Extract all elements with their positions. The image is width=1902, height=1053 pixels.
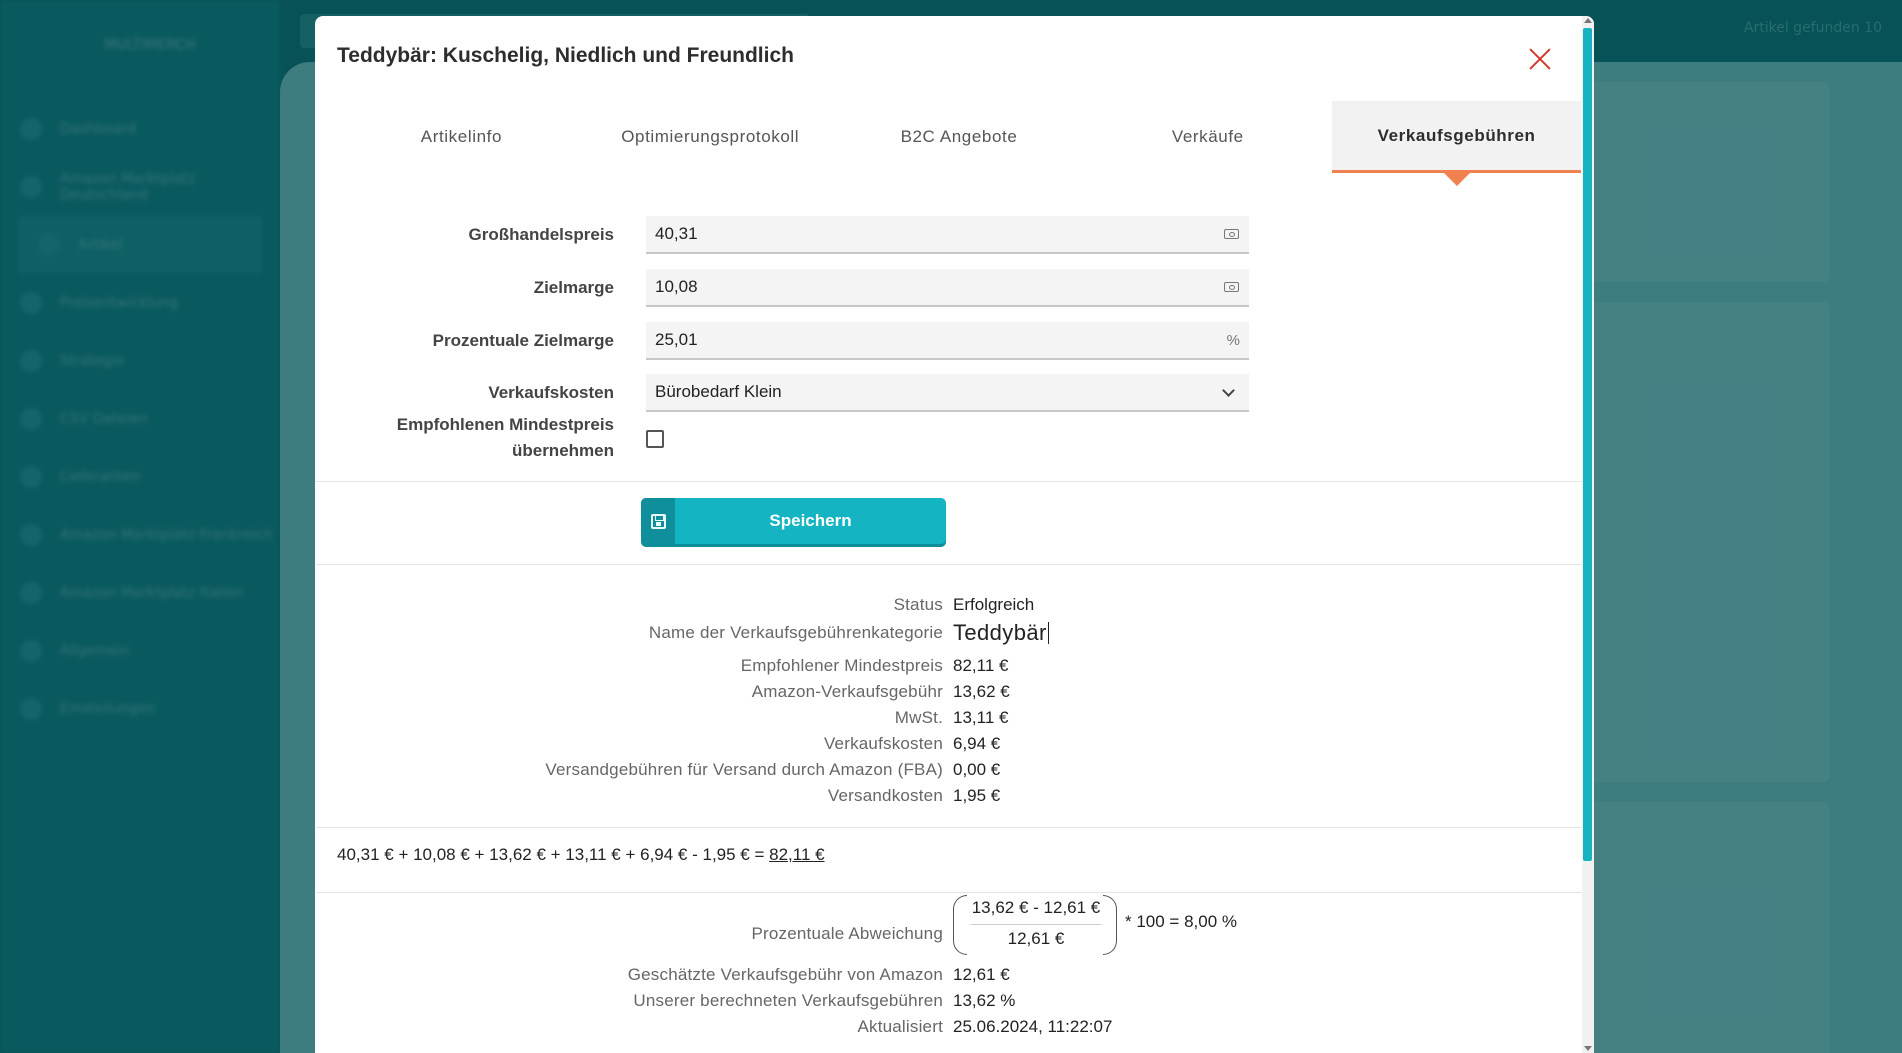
- percent-suffix: %: [1226, 332, 1240, 349]
- money-icon: [1224, 229, 1239, 239]
- target-margin-value: 10,08: [655, 277, 698, 296]
- wholesale-price-value: 40,31: [655, 224, 698, 243]
- percent-margin-label: Prozentuale Zielmarge: [432, 331, 614, 350]
- dialog-title: Teddybär: Kuschelig, Niedlich und Freund…: [337, 44, 794, 67]
- detail-updated: Aktualisiert 25.06.2024, 11:22:07: [315, 1014, 1315, 1040]
- tab-artikelinfo[interactable]: Artikelinfo: [337, 101, 586, 173]
- divider: [315, 481, 1582, 482]
- scrollbar-thumb[interactable]: [1583, 28, 1592, 861]
- divider: [315, 892, 1582, 893]
- save-icon-box: [641, 498, 675, 544]
- detail-label: MwSt.: [894, 708, 943, 727]
- detail-category: Name der Verkaufsgebührenkategorie Teddy…: [315, 620, 1315, 646]
- detail-label: Geschätzte Verkaufsgebühr von Amazon: [627, 965, 943, 984]
- percent-margin-input[interactable]: 25,01 %: [646, 322, 1249, 360]
- detail-label: Versandkosten: [827, 786, 943, 805]
- divider: [315, 827, 1582, 828]
- selling-costs-select[interactable]: Bürobedarf Klein: [646, 374, 1249, 412]
- tab-optimierungsprotokoll[interactable]: Optimierungsprotokoll: [586, 101, 835, 173]
- percent-margin-row: Prozentuale Zielmarge 25,01 %: [315, 322, 1249, 360]
- dialog-scrollbar[interactable]: [1582, 16, 1594, 1053]
- save-button-label: Speichern: [769, 511, 852, 530]
- deviation-result: * 100 = 8,00 %: [1125, 912, 1238, 931]
- detail-value: 13,62 %: [953, 991, 1016, 1010]
- money-icon: [1224, 282, 1239, 292]
- min-price-checkbox[interactable]: [646, 430, 664, 448]
- fee-dialog: Teddybär: Kuschelig, Niedlich und Freund…: [315, 16, 1594, 1053]
- close-icon[interactable]: [1525, 44, 1555, 74]
- detail-shipping: Versandkosten 1,95 €: [315, 783, 1315, 809]
- detail-label: Verkaufskosten: [823, 734, 943, 753]
- fraction-denominator: 12,61 €: [1007, 929, 1065, 948]
- detail-label: Aktualisiert: [857, 1017, 943, 1036]
- target-margin-label: Zielmarge: [533, 278, 614, 297]
- detail-selling-costs: Verkaufskosten 6,94 €: [315, 731, 1315, 757]
- detail-vat: MwSt. 13,11 €: [315, 705, 1315, 731]
- detail-fba: Versandgebühren für Versand durch Amazon…: [315, 757, 1315, 783]
- wholesale-price-row: Großhandelspreis 40,31: [315, 216, 1249, 254]
- text-caret: [1047, 622, 1049, 644]
- detail-label: Amazon-Verkaufsgebühr: [751, 682, 943, 701]
- scroll-up-icon[interactable]: [1584, 18, 1592, 23]
- detail-amazon-fee: Amazon-Verkaufsgebühr 13,62 €: [315, 679, 1315, 705]
- detail-value: 1,95 €: [953, 786, 1001, 805]
- min-price-label: Empfohlenen Mindestpreis übernehmen: [396, 415, 614, 460]
- formula-result: 82,11 €: [769, 845, 825, 864]
- tab-verkaeufe[interactable]: Verkäufe: [1083, 101, 1332, 173]
- detail-value: 82,11 €: [953, 656, 1009, 675]
- detail-calculated-fee: Unserer berechneten Verkaufsgebühren 13,…: [315, 988, 1315, 1014]
- detail-estimated-fee: Geschätzte Verkaufsgebühr von Amazon 12,…: [315, 962, 1315, 988]
- tab-b2c-angebote[interactable]: B2C Angebote: [835, 101, 1084, 173]
- detail-label: Status: [893, 595, 943, 614]
- price-formula: 40,31 € + 10,08 € + 13,62 € + 13,11 € + …: [337, 845, 825, 865]
- selling-costs-row: Verkaufskosten Bürobedarf Klein: [315, 374, 1249, 412]
- selling-costs-label: Verkaufskosten: [488, 383, 614, 402]
- deviation-formula: 13,62 € - 12,61 € 12,61 € * 100 = 8,00 %: [953, 892, 1313, 958]
- detail-value: 12,61 €: [953, 965, 1010, 984]
- category-value[interactable]: Teddybär: [953, 620, 1049, 646]
- detail-status: Status Erfolgreich: [315, 592, 1315, 618]
- wholesale-price-input[interactable]: 40,31: [646, 216, 1249, 254]
- detail-label: Unserer berechneten Verkaufsgebühren: [633, 991, 943, 1010]
- selling-costs-selected: Bürobedarf Klein: [655, 382, 782, 401]
- detail-label: Empfohlener Mindestpreis: [740, 656, 943, 675]
- detail-value: 0,00 €: [953, 760, 1001, 779]
- save-button[interactable]: Speichern: [641, 498, 946, 544]
- scroll-down-icon[interactable]: [1584, 1046, 1592, 1051]
- detail-label: Name der Verkaufsgebührenkategorie: [648, 623, 943, 642]
- left-parenthesis: [953, 895, 967, 955]
- percent-margin-value: 25,01: [655, 330, 698, 349]
- detail-value: 6,94 €: [953, 734, 1001, 753]
- detail-value: 25.06.2024, 11:22:07: [953, 1017, 1113, 1036]
- detail-label: Prozentuale Abweichung: [751, 924, 943, 943]
- detail-value: Erfolgreich: [953, 595, 1035, 614]
- wholesale-price-label: Großhandelspreis: [468, 225, 614, 244]
- floppy-disk-icon: [650, 513, 666, 529]
- target-margin-input[interactable]: 10,08: [646, 269, 1249, 307]
- divider: [315, 564, 1582, 565]
- detail-value: 13,62 €: [953, 682, 1010, 701]
- formula-expression: 40,31 € + 10,08 € + 13,62 € + 13,11 € + …: [337, 845, 770, 864]
- tab-bar: Artikelinfo Optimierungsprotokoll B2C An…: [337, 101, 1581, 186]
- dialog-body: Teddybär: Kuschelig, Niedlich und Freund…: [315, 16, 1582, 1053]
- detail-min-price: Empfohlener Mindestpreis 82,11 €: [315, 653, 1315, 679]
- chevron-down-icon: [1222, 384, 1235, 397]
- target-margin-row: Zielmarge 10,08: [315, 269, 1249, 307]
- detail-value: 13,11 €: [953, 708, 1009, 727]
- fraction-numerator: 13,62 € - 12,61 €: [971, 898, 1101, 925]
- detail-label: Versandgebühren für Versand durch Amazon…: [545, 760, 943, 779]
- right-parenthesis: [1103, 895, 1117, 955]
- tab-verkaufsgebuehren[interactable]: Verkaufsgebühren: [1332, 101, 1581, 186]
